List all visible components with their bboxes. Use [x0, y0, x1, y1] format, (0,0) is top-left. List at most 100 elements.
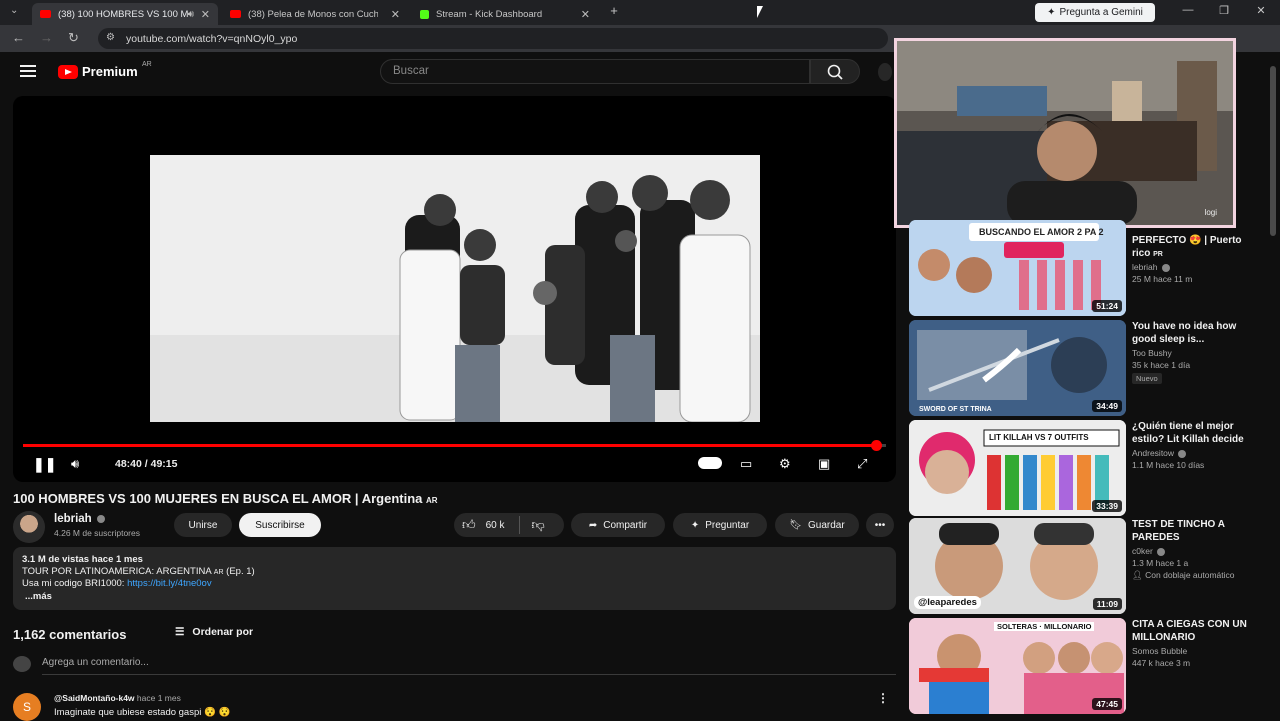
ask-button[interactable]: ✦ Preguntar	[673, 513, 767, 537]
subscribe-button[interactable]: Suscribirse	[239, 513, 321, 537]
comment-count: 1,162 comentarios	[13, 627, 127, 642]
show-more-link[interactable]: ...más	[25, 591, 52, 602]
verified-icon	[96, 514, 105, 523]
channel-name[interactable]: c0ker	[1132, 546, 1166, 556]
promo-link[interactable]: https://bit.ly/4tne0ov	[127, 578, 212, 589]
video-thumbnail[interactable]: LIT KILLAH VS 7 OUTFITS 33:39	[909, 420, 1126, 516]
verified-icon	[1178, 449, 1187, 458]
video-thumbnail[interactable]: @leaparedes 11:09	[909, 518, 1126, 614]
settings-gear-icon[interactable]: ⚙	[779, 456, 791, 472]
comment-author[interactable]: @SaidMontaño-k4w hace 1 mes	[54, 693, 181, 703]
comment-menu-icon[interactable]: ⋮	[877, 691, 889, 705]
tab-youtube-video[interactable]: (38) 100 HOMBRES VS 100 M 🔊︎ ✕	[32, 3, 218, 25]
duration-badge: 51:24	[1092, 300, 1122, 312]
dislike-button[interactable]: 👎︎	[532, 517, 545, 533]
input-underline	[42, 674, 896, 675]
video-player[interactable]: ❚❚ 🔊︎ 48:40 / 49:15 ▭ ⚙ ▣ ⤢	[13, 96, 896, 482]
video-meta: 1.3 M hace 1 a	[1132, 558, 1189, 568]
maximize-icon[interactable]: ❐	[1213, 4, 1235, 17]
minimize-icon[interactable]: —	[1177, 4, 1199, 16]
verified-icon	[1157, 547, 1166, 556]
video-scene-image	[150, 155, 760, 422]
premium-logo-text[interactable]: Premium	[82, 64, 138, 79]
video-meta: 35 k hace 1 día	[1132, 360, 1191, 370]
recommended-video[interactable]: BUSCANDO EL AMOR 2 PA 2 51:24 PERFECTO 😍…	[909, 220, 1269, 316]
webcam-overlay: logi	[894, 38, 1236, 228]
progress-bar[interactable]	[23, 440, 886, 451]
speaker-icon[interactable]: 🔊︎	[188, 9, 194, 20]
miniplayer-icon[interactable]: ▣	[818, 456, 830, 472]
like-dislike-group: 👍︎ 60 k 👎︎	[454, 513, 564, 537]
channel-name[interactable]: Somos Bubble	[1132, 646, 1187, 656]
description-box[interactable]: 3.1 M de vistas hace 1 mes TOUR POR LATI…	[13, 547, 896, 610]
share-button[interactable]: ➦ Compartir	[571, 513, 665, 537]
pause-icon[interactable]: ❚❚	[33, 456, 56, 473]
search-button[interactable]	[810, 59, 860, 84]
bookmark-icon: 🔖︎	[789, 519, 802, 531]
gemini-button[interactable]: ✦ Pregunta a Gemini	[1035, 3, 1155, 22]
recommended-video[interactable]: SOLTERAS · MILLONARIO 47:45 CITA A CIEGA…	[909, 618, 1269, 714]
channel-name[interactable]: lebriah	[1132, 262, 1170, 272]
video-title: 100 HOMBRES VS 100 MUJERES EN BUSCA EL A…	[13, 491, 438, 506]
dubbing-label: 👤︎ Con doblaje automático	[1132, 570, 1235, 580]
channel-name[interactable]: Andresitow	[1132, 448, 1187, 458]
tab-pelea-monos[interactable]: (38) Pelea de Monos con Cuch ✕	[222, 3, 408, 25]
thumbs-up-icon: 👍︎	[462, 517, 476, 532]
autoplay-toggle[interactable]	[698, 457, 722, 469]
site-info-icon[interactable]: ⚙	[106, 32, 115, 43]
tab-list-icon[interactable]: ⌄	[10, 5, 18, 16]
video-meta: 25 M hace 11 m	[1132, 274, 1193, 284]
channel-name[interactable]: lebriah	[54, 513, 105, 525]
comment-avatar[interactable]: S	[13, 693, 41, 721]
search-input[interactable]: Buscar	[380, 59, 810, 84]
like-button[interactable]: 👍︎ 60 k	[462, 517, 505, 533]
recommended-video[interactable]: SWORD OF ST TRINA 34:49 You have no idea…	[909, 320, 1269, 416]
menu-icon[interactable]	[20, 65, 36, 77]
url-text: youtube.com/watch?v=qnNOyl0_ypo	[126, 33, 298, 45]
youtube-favicon-icon	[40, 10, 51, 18]
subtitles-icon[interactable]: ▭	[740, 456, 752, 472]
video-title: You have no idea how good sleep is...	[1132, 321, 1237, 345]
close-tab-icon[interactable]: ✕	[201, 8, 210, 21]
close-window-icon[interactable]: ✕	[1250, 4, 1272, 17]
video-thumbnail[interactable]: SOLTERAS · MILLONARIO 47:45	[909, 618, 1126, 714]
page-scrollbar[interactable]	[1270, 66, 1276, 236]
mic-icon[interactable]	[878, 63, 892, 81]
duration-badge: 11:09	[1092, 598, 1122, 610]
new-badge: Nuevo	[1132, 373, 1162, 384]
recommended-video[interactable]: LIT KILLAH VS 7 OUTFITS 33:39 ¿Quién tie…	[909, 420, 1269, 516]
webcam-feed-image	[897, 41, 1233, 225]
comment-text: Imaginate que ubiese estado gaspi 😯 😯	[54, 707, 231, 718]
tab-kick-dashboard[interactable]: Stream - Kick Dashboard ✕	[412, 3, 598, 25]
close-tab-icon[interactable]: ✕	[581, 8, 590, 21]
video-title: TEST DE TINCHO A PAREDES	[1132, 519, 1225, 543]
duration-badge: 34:49	[1092, 400, 1122, 412]
save-button[interactable]: 🔖︎ Guardar	[775, 513, 859, 537]
new-tab-button[interactable]: +	[603, 3, 625, 18]
title-flag: AR	[426, 496, 438, 505]
thumbnail-text: @leaparedes	[914, 596, 981, 609]
recommended-video[interactable]: @leaparedes 11:09 TEST DE TINCHO A PARED…	[909, 518, 1269, 614]
progress-fill	[23, 444, 876, 447]
video-thumbnail[interactable]: SWORD OF ST TRINA 34:49	[909, 320, 1126, 416]
sort-button[interactable]: ☰ Ordenar por	[175, 626, 253, 638]
add-comment-input[interactable]: Agrega un comentario...	[42, 657, 149, 668]
reload-icon[interactable]: ↻	[68, 30, 79, 46]
channel-name[interactable]: Too Bushy	[1132, 348, 1172, 358]
description-line: Usa mi codigo BRI1000: https://bit.ly/4t…	[22, 578, 212, 589]
join-button[interactable]: Unirse	[174, 513, 232, 537]
back-icon[interactable]: ←	[12, 30, 25, 45]
volume-icon[interactable]: 🔊︎	[71, 456, 79, 472]
youtube-logo-icon[interactable]	[58, 65, 78, 79]
video-title: PERFECTO 😍 | Puerto rico PR	[1132, 235, 1242, 259]
youtube-header: Premium AR Buscar	[0, 52, 900, 92]
video-title: CITA A CIEGAS CON UN MILLONARIO	[1132, 619, 1247, 643]
forward-icon[interactable]: →	[40, 30, 53, 45]
video-thumbnail[interactable]: BUSCANDO EL AMOR 2 PA 2 51:24	[909, 220, 1126, 316]
kick-favicon-icon	[420, 9, 429, 19]
channel-avatar[interactable]	[13, 511, 45, 543]
fullscreen-icon[interactable]: ⤢	[857, 456, 867, 472]
close-tab-icon[interactable]: ✕	[391, 8, 400, 21]
more-actions-button[interactable]: •••	[866, 513, 894, 537]
progress-knob[interactable]	[870, 440, 882, 451]
